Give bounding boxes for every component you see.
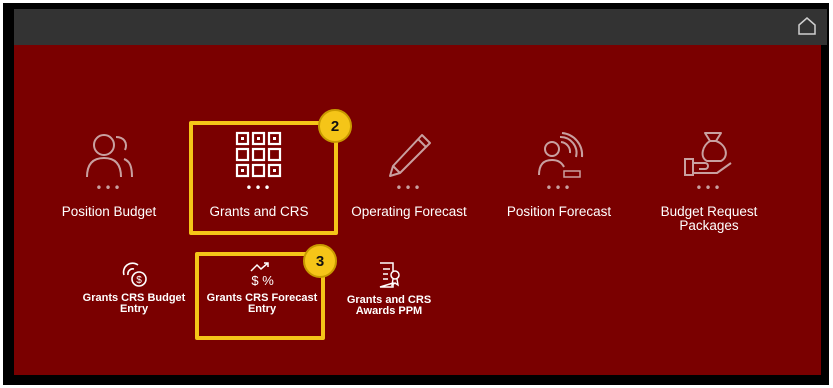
svg-text:$: $: [251, 273, 259, 287]
tile-label: Budget Request Packages: [660, 204, 758, 233]
svg-text:$: $: [136, 275, 142, 286]
tile-dots: •••: [695, 181, 723, 195]
grid-icon: [235, 131, 282, 178]
tile-grants-and-crs[interactable]: ••• Grants and CRS: [194, 131, 324, 219]
step-badge-3: 3: [303, 244, 337, 278]
document-award-icon: [379, 262, 400, 288]
step-badge-2: 2: [318, 109, 352, 143]
trend-dollar-percent-icon: $ %: [250, 262, 274, 287]
tile-grants-crs-forecast-entry[interactable]: $ % Grants CRS Forecast Entry: [202, 261, 322, 315]
tile-position-budget[interactable]: ••• Position Budget: [44, 131, 174, 219]
tile-operating-forecast[interactable]: ••• Operating Forecast: [339, 131, 479, 219]
tile-label: Grants CRS Budget Entry: [82, 292, 186, 315]
tile-grants-and-crs-awards-ppm[interactable]: Grants and CRS Awards PPM: [329, 261, 449, 317]
person-target-icon: [538, 132, 584, 178]
tile-dots: •••: [545, 181, 573, 195]
tile-label: Position Budget: [61, 204, 157, 219]
home-button[interactable]: [797, 16, 817, 36]
tile-label: Grants and CRS: [209, 204, 309, 219]
tile-dots: •••: [395, 181, 423, 195]
top-bar: [14, 9, 827, 45]
tile-label: Position Forecast: [506, 204, 612, 219]
home-icon: [798, 17, 816, 35]
pencil-icon: [389, 134, 431, 177]
people-icon: [86, 134, 133, 178]
tile-dots: •••: [95, 181, 123, 195]
tile-position-forecast[interactable]: ••• Position Forecast: [494, 131, 624, 219]
tile-dots: •••: [245, 181, 273, 195]
svg-text:%: %: [262, 273, 274, 287]
money-bag-hand-icon: [684, 132, 732, 176]
tile-budget-request-packages[interactable]: ••• Budget Request Packages: [644, 131, 774, 233]
tile-grants-crs-budget-entry[interactable]: $ Grants CRS Budget Entry: [74, 261, 194, 315]
tile-label: Grants and CRS Awards PPM: [346, 294, 432, 317]
tile-label: Grants CRS Forecast Entry: [206, 292, 318, 315]
tile-label: Operating Forecast: [351, 204, 467, 219]
budget-coins-icon: $: [122, 262, 147, 287]
springboard-panel: ••• Position Budget ••• Grants and CRS •…: [14, 45, 821, 375]
